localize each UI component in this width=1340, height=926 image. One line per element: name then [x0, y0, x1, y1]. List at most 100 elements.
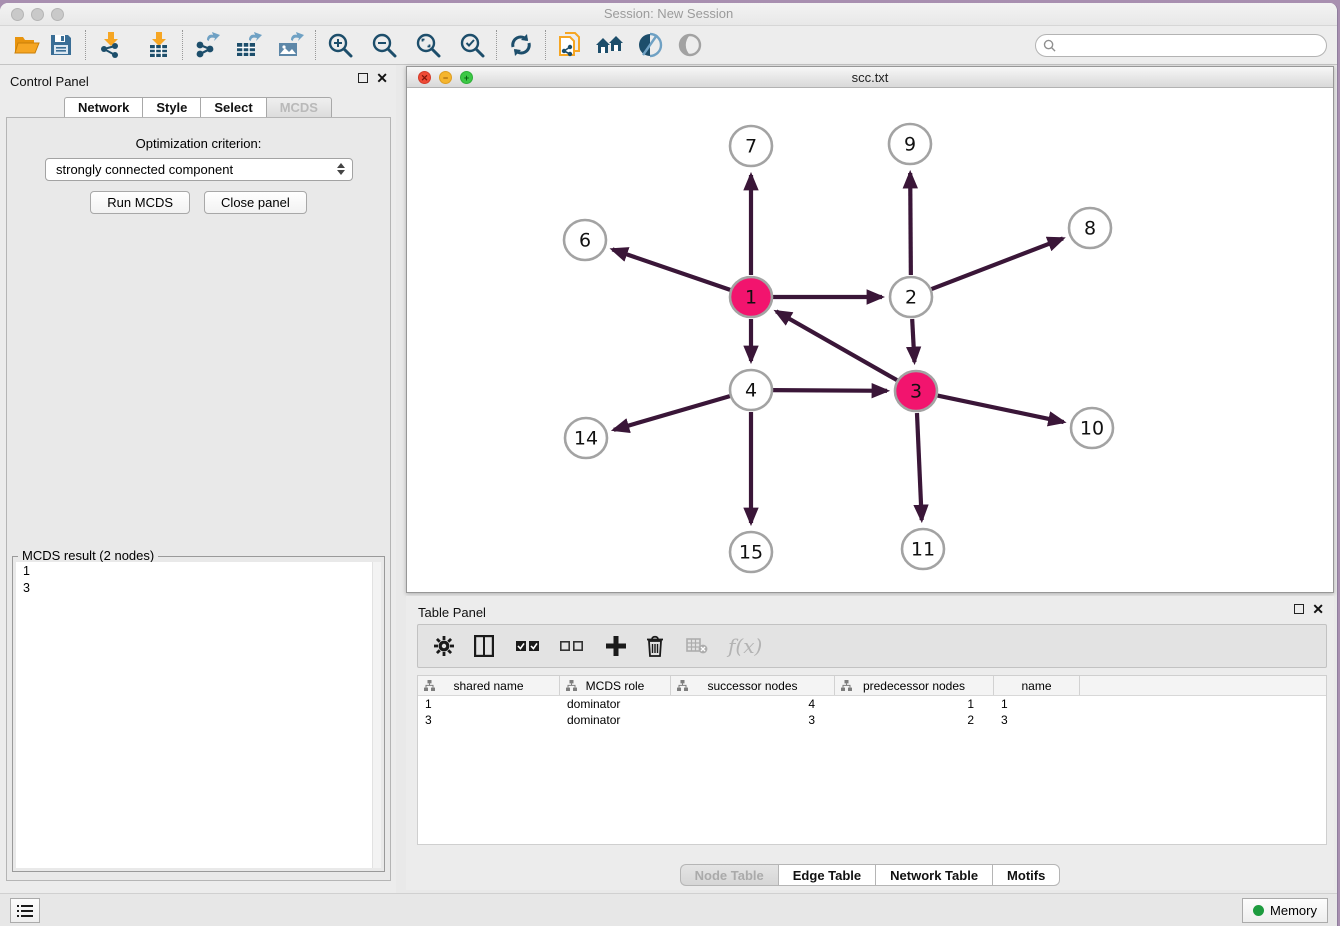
task-history-button[interactable] — [10, 898, 40, 923]
table-row[interactable]: 3dominator323 — [418, 712, 1326, 728]
toggle-panel-icon[interactable] — [474, 631, 494, 661]
float-panel-icon[interactable] — [358, 73, 368, 83]
criterion-select[interactable]: strongly connected component — [45, 158, 353, 181]
table-panel-title: Table Panel — [418, 605, 486, 620]
table-cell[interactable]: dominator — [560, 712, 671, 728]
mcds-result-line: 3 — [23, 580, 374, 597]
column-header-shared-name[interactable]: shared name — [418, 676, 560, 695]
settings-gear-icon[interactable] — [434, 631, 454, 661]
tab-edge-table[interactable]: Edge Table — [778, 864, 875, 886]
list-icon — [17, 904, 33, 918]
network-window-titlebar[interactable]: ✕ − + scc.txt — [407, 67, 1333, 88]
tab-network[interactable]: Network — [64, 97, 142, 118]
column-header-MCDS-role[interactable]: MCDS role — [560, 676, 671, 695]
delete-row-trash-icon[interactable] — [646, 631, 664, 661]
table-row[interactable]: 1dominator411 — [418, 696, 1326, 712]
graph-node-14[interactable]: 14 — [565, 418, 607, 458]
result-scrollbar[interactable] — [372, 562, 381, 868]
graph-node-9[interactable]: 9 — [889, 124, 931, 164]
network-canvas[interactable]: 7 9 6 8 1 2 4 3 14 10 15 11 — [407, 88, 1333, 592]
table-cell[interactable]: dominator — [560, 696, 671, 712]
status-bar: Memory — [0, 893, 1337, 926]
table-cell[interactable]: 1 — [994, 696, 1080, 712]
home-icon[interactable] — [593, 28, 627, 62]
mcds-result-fieldset: MCDS result (2 nodes) 1 3 — [12, 556, 385, 872]
graph-node-label: 8 — [1084, 218, 1096, 240]
float-panel-icon[interactable] — [1294, 604, 1304, 614]
select-all-icon[interactable] — [516, 631, 540, 661]
graph-edge-3-11[interactable] — [917, 413, 922, 520]
table-toolbar: f(x) — [417, 624, 1327, 668]
graph-node-3[interactable]: 3 — [895, 371, 937, 411]
graph-edge-2-9[interactable] — [910, 173, 911, 275]
graph-node-10[interactable]: 10 — [1071, 408, 1113, 448]
close-panel-icon[interactable]: ✕ — [376, 73, 388, 83]
column-header-successor-nodes[interactable]: successor nodes — [671, 676, 835, 695]
deselect-all-icon[interactable] — [560, 631, 584, 661]
search-box[interactable] — [1035, 34, 1327, 57]
tab-motifs[interactable]: Motifs — [992, 864, 1060, 886]
graph-node-8[interactable]: 8 — [1069, 208, 1111, 248]
column-header-predecessor-nodes[interactable]: predecessor nodes — [835, 676, 994, 695]
import-table-icon[interactable] — [141, 28, 175, 62]
graph-edge-4-14[interactable] — [614, 396, 730, 430]
zoom-in-icon[interactable] — [323, 28, 357, 62]
close-panel-icon[interactable]: ✕ — [1312, 604, 1324, 614]
visual-styles-icon[interactable] — [633, 28, 667, 62]
memory-button[interactable]: Memory — [1242, 898, 1328, 923]
tree-hierarchy-icon — [424, 680, 435, 691]
run-mcds-button[interactable]: Run MCDS — [90, 191, 190, 214]
graph-node-1[interactable]: 1 — [730, 277, 772, 317]
graph-edge-3-1[interactable] — [776, 311, 897, 380]
graph-node-4[interactable]: 4 — [730, 370, 772, 410]
search-input[interactable] — [1060, 39, 1326, 53]
table-cell[interactable]: 3 — [671, 712, 835, 728]
open-session-icon[interactable] — [10, 28, 44, 62]
column-header-name[interactable]: name — [994, 676, 1080, 695]
zoom-selected-icon[interactable] — [455, 28, 489, 62]
graph-edge-4-3[interactable] — [773, 390, 887, 391]
table-cell[interactable]: 4 — [671, 696, 835, 712]
mcds-panel: Optimization criterion: strongly connect… — [6, 117, 391, 881]
table-cell[interactable]: 2 — [835, 712, 994, 728]
table-cell[interactable]: 1 — [418, 696, 560, 712]
zoom-out-icon[interactable] — [367, 28, 401, 62]
tab-style[interactable]: Style — [142, 97, 200, 118]
network-from-selection-icon[interactable] — [553, 28, 587, 62]
network-window-title: scc.txt — [407, 70, 1333, 85]
table-cell[interactable]: 3 — [418, 712, 560, 728]
tab-node-table[interactable]: Node Table — [680, 864, 778, 886]
function-builder-icon[interactable]: f(x) — [728, 631, 762, 661]
graph-edge-1-6[interactable] — [612, 249, 730, 289]
import-network-icon[interactable] — [93, 28, 127, 62]
graph-node-15[interactable]: 15 — [730, 532, 772, 572]
tab-select[interactable]: Select — [200, 97, 265, 118]
refresh-icon[interactable] — [504, 28, 538, 62]
graph-node-6[interactable]: 6 — [564, 220, 606, 260]
graph-node-7[interactable]: 7 — [730, 126, 772, 166]
export-table-icon[interactable] — [232, 28, 266, 62]
tree-hierarchy-icon — [566, 680, 577, 691]
table-cell[interactable]: 1 — [835, 696, 994, 712]
add-row-icon[interactable] — [606, 631, 626, 661]
graph-edge-2-8[interactable] — [932, 238, 1063, 289]
save-session-icon[interactable] — [44, 28, 78, 62]
graph-edge-3-10[interactable] — [938, 396, 1064, 423]
control-panel-title: Control Panel — [10, 74, 89, 89]
zoom-fit-icon[interactable] — [411, 28, 445, 62]
main-region: Control Panel ✕ NetworkStyleSelectMCDS O… — [0, 65, 1337, 893]
graph-node-11[interactable]: 11 — [902, 529, 944, 569]
export-network-icon[interactable] — [190, 28, 224, 62]
tab-mcds[interactable]: MCDS — [266, 97, 332, 118]
graph-node-label: 15 — [739, 542, 763, 564]
export-image-icon[interactable] — [274, 28, 308, 62]
table-header-row: shared nameMCDS rolesuccessor nodesprede… — [418, 676, 1326, 696]
mcds-result-textarea[interactable]: 1 3 — [16, 562, 381, 868]
table-cell[interactable]: 3 — [994, 712, 1080, 728]
show-hide-icon[interactable] — [673, 28, 707, 62]
delete-table-icon[interactable] — [686, 631, 708, 661]
tab-network-table[interactable]: Network Table — [875, 864, 992, 886]
close-panel-button[interactable]: Close panel — [204, 191, 307, 214]
graph-node-2[interactable]: 2 — [890, 277, 932, 317]
graph-edge-2-3[interactable] — [912, 319, 914, 362]
